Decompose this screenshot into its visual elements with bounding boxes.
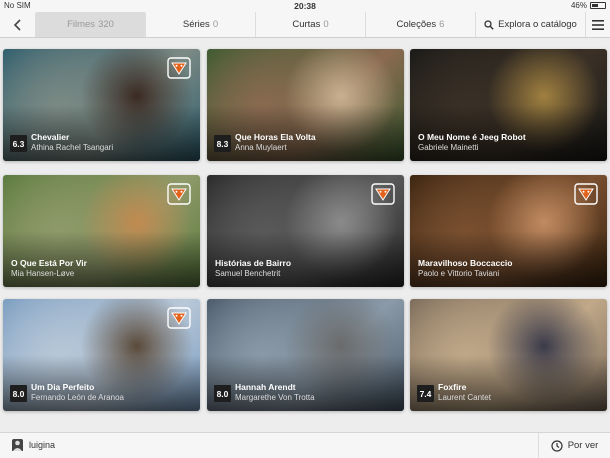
tab-label: Filmes bbox=[67, 19, 96, 30]
tab-curtas[interactable]: Curtas 0 bbox=[256, 12, 366, 37]
hamburger-menu-icon bbox=[592, 19, 604, 30]
status-bar: No SIM 20:38 46% bbox=[0, 0, 610, 12]
movie-card[interactable]: Maravilhoso Boccaccio Paolo e Vittorio Ta… bbox=[410, 175, 607, 287]
movie-director: Fernando León de Aranoa bbox=[31, 393, 124, 402]
rating-badge: 8.3 bbox=[214, 135, 231, 152]
back-button[interactable] bbox=[0, 12, 36, 37]
footer-bar: luigina Por ver bbox=[0, 432, 610, 458]
user-icon bbox=[13, 440, 22, 451]
movie-director: Margarethe Von Trotta bbox=[235, 393, 315, 402]
movie-card[interactable]: 7.4 Foxfire Laurent Cantet bbox=[410, 299, 607, 411]
tab-label: Curtas bbox=[292, 19, 321, 30]
movie-director: Laurent Cantet bbox=[438, 393, 491, 402]
movie-title: Foxfire bbox=[438, 382, 467, 392]
tab-label: Séries bbox=[182, 19, 210, 30]
rating-badge: 6.3 bbox=[10, 135, 27, 152]
movie-title: O Meu Nome é Jeeg Robot bbox=[418, 132, 526, 142]
award-badge-icon bbox=[167, 57, 191, 79]
award-badge-icon bbox=[167, 307, 191, 329]
search-icon bbox=[484, 19, 494, 30]
movie-director: Anna Muylaert bbox=[235, 143, 287, 152]
top-navigation: Filmes 320 Séries 0 Curtas 0 Coleções 6 … bbox=[0, 12, 610, 38]
movie-director: Athina Rachel Tsangari bbox=[31, 143, 114, 152]
movie-title: Maravilhoso Boccaccio bbox=[418, 258, 513, 268]
explore-label: Explora o catálogo bbox=[498, 19, 577, 30]
rating-badge: 8.0 bbox=[10, 385, 27, 402]
tab-filmes[interactable]: Filmes 320 bbox=[36, 12, 146, 37]
battery-percent: 46% bbox=[570, 1, 587, 10]
username: luigina bbox=[29, 440, 56, 450]
movie-title: Histórias de Bairro bbox=[215, 258, 292, 268]
explore-catalog-button[interactable]: Explora o catálogo bbox=[476, 12, 586, 37]
movie-title: Um Dia Perfeito bbox=[31, 382, 95, 392]
movie-director: Gabriele Mainetti bbox=[418, 143, 479, 152]
tab-count: 320 bbox=[98, 19, 114, 30]
movie-card[interactable]: 6.3 Chevalier Athina Rachel Tsangari bbox=[3, 49, 200, 161]
watchlist-button[interactable]: Por ver bbox=[538, 433, 610, 458]
movie-title: Chevalier bbox=[31, 132, 70, 142]
clock: 20:38 bbox=[294, 1, 316, 11]
movie-card[interactable]: Histórias de Bairro Samuel Benchetrit bbox=[207, 175, 404, 287]
tab-count: 0 bbox=[323, 19, 329, 30]
movie-card[interactable]: 8.0 Um Dia Perfeito Fernando León de Arano… bbox=[3, 299, 200, 411]
clock-icon bbox=[551, 439, 563, 452]
battery-indicator: 46% bbox=[571, 1, 606, 10]
tab-series[interactable]: Séries 0 bbox=[146, 12, 256, 37]
movie-title: O Que Está Por Vir bbox=[11, 258, 87, 268]
movie-card[interactable]: 8.3 Que Horas Ela Volta Anna Muylaert bbox=[207, 49, 404, 161]
movie-director: Samuel Benchetrit bbox=[215, 269, 281, 278]
movie-director: Paolo e Vittorio Taviani bbox=[418, 269, 500, 278]
tab-label: Coleções bbox=[396, 19, 437, 30]
movie-title: Que Horas Ela Volta bbox=[235, 132, 316, 142]
avatar bbox=[12, 439, 23, 451]
movie-director: Mia Hansen-Løve bbox=[11, 269, 75, 278]
rating-badge: 7.4 bbox=[417, 385, 434, 402]
user-profile[interactable]: luigina bbox=[12, 439, 55, 451]
movie-card[interactable]: O Meu Nome é Jeeg Robot Gabriele Mainetti bbox=[410, 49, 607, 161]
tab-colecoes[interactable]: Coleções 6 bbox=[366, 12, 476, 37]
movie-card[interactable]: O Que Está Por Vir Mia Hansen-Løve bbox=[3, 175, 200, 287]
tab-count: 6 bbox=[439, 19, 445, 30]
award-badge-icon bbox=[371, 183, 395, 205]
battery-icon bbox=[590, 2, 606, 9]
menu-button[interactable] bbox=[586, 12, 610, 37]
movie-title: Hannah Arendt bbox=[235, 382, 296, 392]
award-badge-icon bbox=[167, 183, 191, 205]
rating-badge: 8.0 bbox=[214, 385, 231, 402]
chevron-left-icon bbox=[13, 18, 21, 31]
award-badge-icon bbox=[574, 183, 598, 205]
watchlist-label: Por ver bbox=[567, 440, 599, 451]
movie-card[interactable]: 8.0 Hannah Arendt Margarethe Von Trotta bbox=[207, 299, 404, 411]
tab-count: 0 bbox=[212, 19, 219, 30]
